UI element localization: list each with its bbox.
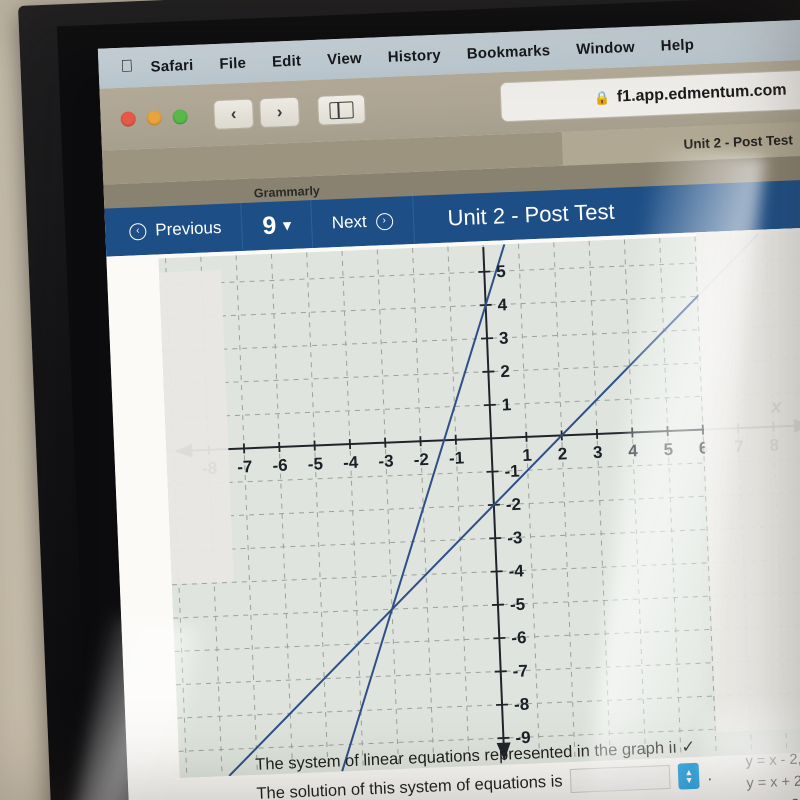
- coordinate-graph: -8-7-6-5-4-3-2-11234567854321-1-2-3-4-5-…: [158, 227, 800, 779]
- answer-options-list: y = x - 2, y = 4x + 3 y = x + 2, y = 3x …: [745, 746, 800, 800]
- svg-text:5: 5: [663, 440, 673, 459]
- svg-text:-5: -5: [510, 595, 526, 615]
- svg-text:-4: -4: [343, 453, 359, 473]
- svg-text:2: 2: [500, 362, 510, 381]
- svg-text:-3: -3: [378, 451, 394, 471]
- spinner-up-down-icon[interactable]: ▲ ▼: [677, 763, 701, 790]
- svg-text:1: 1: [501, 395, 511, 414]
- menu-item-window[interactable]: Window: [576, 38, 635, 57]
- answer-blank-field[interactable]: [570, 765, 671, 794]
- url-text: f1.app.edmentum.com: [616, 81, 787, 106]
- sentence-period: .: [707, 766, 713, 785]
- previous-label: Previous: [154, 217, 222, 240]
- page-title-text: Unit 2 - Post Test: [447, 198, 616, 231]
- svg-text:1: 1: [522, 446, 532, 465]
- question-number: 9: [261, 211, 277, 240]
- next-label: Next: [331, 211, 368, 233]
- answer-option-2[interactable]: y = x + 2, y = 3x - 4: [746, 768, 800, 796]
- laptop-screen-inner:  Safari File Edit View History Bookmark…: [56, 0, 800, 800]
- chevron-down-icon: ▾: [282, 217, 292, 235]
- address-bar[interactable]: 🔒 f1.app.edmentum.com: [499, 66, 800, 123]
- menu-item-file[interactable]: File: [219, 54, 246, 72]
- svg-text:5: 5: [496, 262, 506, 281]
- svg-text:-3: -3: [507, 528, 523, 548]
- svg-text:-1: -1: [504, 461, 520, 481]
- sidebar-glyph: [329, 100, 354, 119]
- bookmark-grammarly[interactable]: Grammarly: [254, 184, 321, 201]
- svg-text:-7: -7: [237, 457, 253, 477]
- arrow-left-circle-icon: ‹: [128, 222, 147, 241]
- tab-label: Unit 2 - Post Test: [683, 131, 794, 152]
- svg-text:-1: -1: [449, 448, 465, 468]
- window-controls: [120, 108, 188, 127]
- menu-item-safari[interactable]: Safari: [150, 56, 194, 75]
- nav-buttons: ‹ ›: [213, 96, 301, 131]
- svg-text:-7: -7: [512, 661, 528, 681]
- photo-of-laptop-screen:  Safari File Edit View History Bookmark…: [0, 0, 800, 800]
- menu-item-bookmarks[interactable]: Bookmarks: [466, 42, 550, 62]
- svg-text:-4: -4: [508, 561, 524, 581]
- laptop-bezel:  Safari File Edit View History Bookmark…: [18, 0, 800, 800]
- question-number-dropdown[interactable]: 9 ▾: [241, 200, 313, 251]
- svg-text:-8: -8: [514, 695, 530, 715]
- svg-text:-6: -6: [272, 456, 288, 476]
- arrow-right-circle-icon: ›: [375, 212, 394, 231]
- menu-item-edit[interactable]: Edit: [272, 52, 302, 70]
- screen-content:  Safari File Edit View History Bookmark…: [97, 15, 800, 800]
- graph-left-overlay: [159, 269, 234, 585]
- next-button[interactable]: Next ›: [310, 195, 415, 249]
- svg-text:4: 4: [497, 295, 508, 314]
- menu-item-help[interactable]: Help: [660, 36, 694, 54]
- menu-item-history[interactable]: History: [387, 46, 441, 65]
- lock-icon: 🔒: [593, 89, 611, 106]
- svg-text:-2: -2: [505, 495, 521, 515]
- back-icon[interactable]: ‹: [213, 98, 255, 131]
- svg-text:4: 4: [628, 441, 639, 460]
- question-content: -8-7-6-5-4-3-2-11234567854321-1-2-3-4-5-…: [106, 223, 800, 800]
- submit-test-button[interactable]: ✓ Submit T: [792, 175, 800, 228]
- zoom-window-button[interactable]: [172, 108, 188, 125]
- minimize-window-button[interactable]: [146, 109, 162, 126]
- close-window-button[interactable]: [120, 110, 137, 127]
- svg-text:-5: -5: [307, 454, 323, 474]
- previous-button[interactable]: ‹ Previous: [104, 203, 244, 257]
- menu-item-view[interactable]: View: [327, 49, 362, 67]
- answer-option-1[interactable]: y = x - 2, y = 4x + 3: [745, 746, 800, 774]
- svg-text:3: 3: [499, 329, 509, 348]
- svg-text:3: 3: [593, 443, 603, 462]
- answered-check-icon: ✓: [681, 737, 696, 757]
- svg-text:-2: -2: [413, 450, 429, 470]
- forward-icon[interactable]: ›: [258, 96, 301, 129]
- svg-text:-6: -6: [511, 628, 527, 648]
- sidebar-icon[interactable]: [316, 93, 367, 126]
- apple-icon[interactable]: : [120, 56, 134, 77]
- svg-text:2: 2: [557, 444, 567, 463]
